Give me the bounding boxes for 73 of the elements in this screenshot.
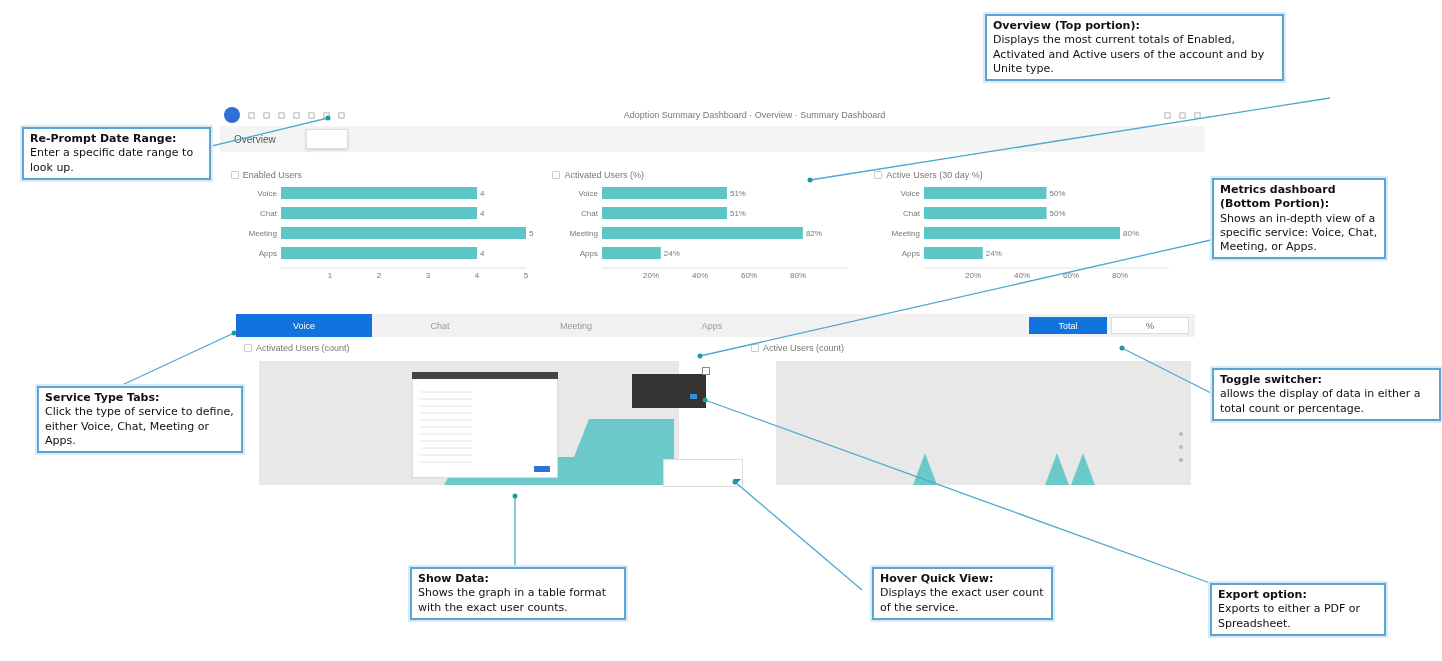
- chart-title: Activated Users (%): [564, 170, 644, 180]
- axis-tick-label: 20%: [643, 271, 660, 280]
- chart-title: Enabled Users: [242, 170, 302, 180]
- service-tab[interactable]: Chat: [372, 314, 508, 337]
- axis-tick-label: 4: [474, 271, 480, 280]
- service-tab[interactable]: Meeting: [508, 314, 644, 337]
- chart-title: Active Users (30 day %): [886, 170, 983, 180]
- area-peak: [1071, 453, 1095, 485]
- bar-value-label: 24%: [664, 249, 681, 258]
- tooltip-popup: [305, 129, 348, 149]
- bar-value-label: 82%: [806, 229, 823, 238]
- export-menu[interactable]: [632, 374, 706, 408]
- app-logo-icon[interactable]: [224, 107, 240, 123]
- category-label: Voice: [257, 189, 277, 198]
- annotation-callout: Hover Quick View: Displays the exact user count of the service.: [872, 567, 1053, 620]
- annotation-callout: Service Type Tabs: Click the type of service to define, either Voice, Chat, Meeting or Apps.: [37, 386, 243, 454]
- bar: [924, 247, 983, 259]
- category-label: Meeting: [891, 229, 921, 238]
- bar-value-label: 51%: [730, 209, 747, 218]
- axis-tick-label: 40%: [1014, 271, 1031, 280]
- axis-tick-label: 1: [327, 271, 333, 280]
- bar-value-label: 50%: [1049, 189, 1066, 198]
- category-label: Apps: [258, 249, 277, 258]
- bar-value-label: 4: [479, 249, 485, 258]
- annotation-callout: Export option: Exports to either a PDF or Spreadsheet.: [1210, 583, 1386, 636]
- category-label: Chat: [581, 209, 599, 218]
- chart-title: Activated Users (count): [256, 343, 350, 353]
- annotation-callout: Toggle switcher: allows the display of data in either a total count or percentage.: [1212, 368, 1441, 421]
- chart-title: Active Users (count): [763, 343, 845, 353]
- category-label: Meeting: [570, 229, 599, 238]
- axis-tick-label: 60%: [1063, 271, 1080, 280]
- category-label: Apps: [580, 249, 599, 258]
- checkbox-icon[interactable]: [244, 344, 252, 352]
- bar: [602, 247, 662, 259]
- axis-tick-label: 2: [376, 271, 382, 280]
- bar-value-label: 24%: [985, 249, 1002, 258]
- category-label: Apps: [901, 249, 921, 258]
- bar-value-label: 80%: [1123, 229, 1140, 238]
- axis-tick-label: 60%: [741, 271, 758, 280]
- checkbox-icon[interactable]: [751, 344, 759, 352]
- annotation-callout: Metrics dashboard (Bottom Portion): Shows an in-depth view of a specific service: Voice, Chat, Meeting, or Apps.: [1212, 178, 1386, 260]
- category-label: Voice: [578, 189, 599, 198]
- category-label: Meeting: [248, 229, 277, 238]
- bar-value-label: 50%: [1049, 209, 1066, 218]
- checkbox-icon[interactable]: [552, 171, 561, 179]
- axis-tick-label: 40%: [692, 271, 709, 280]
- axis-tick-label: 20%: [965, 271, 982, 280]
- menu-icon[interactable]: [702, 367, 710, 375]
- bar-value-label: 51%: [730, 189, 747, 198]
- annotation-callout: Show Data: Shows the graph in a table format with the exact user counts.: [410, 567, 626, 620]
- annotation-callout: Re-Prompt Date Range: Enter a specific date range to look up.: [22, 127, 211, 180]
- axis-tick-label: 3: [425, 271, 431, 280]
- bar-value-label: 4: [479, 209, 485, 218]
- service-tab[interactable]: Apps: [644, 314, 780, 337]
- area-peak: [913, 453, 937, 485]
- bar-value-label: 4: [479, 189, 485, 198]
- page-title: Overview: [234, 133, 276, 145]
- annotation-callout: Overview (Top portion): Displays the most current totals of Enabled, Activated and Active users of the account and by Unite type.: [985, 14, 1284, 82]
- toggle-button[interactable]: Total: [1029, 317, 1107, 334]
- more-options-icon[interactable]: [1178, 430, 1184, 464]
- category-label: Chat: [259, 209, 277, 218]
- axis-tick-label: 80%: [1112, 271, 1129, 280]
- service-tab[interactable]: Voice: [236, 314, 372, 337]
- axis-tick-label: 5: [523, 271, 529, 280]
- category-label: Chat: [903, 209, 921, 218]
- bar-value-label: 5: [528, 229, 534, 238]
- window-title: Adoption Summary Dashboard · Overview · Summary Dashboard: [622, 110, 887, 120]
- axis-tick-label: 80%: [790, 271, 807, 280]
- checkbox-icon[interactable]: [874, 171, 883, 179]
- toggle-button[interactable]: %: [1111, 317, 1189, 334]
- checkbox-icon[interactable]: [230, 171, 239, 179]
- category-label: Voice: [900, 189, 921, 198]
- area-peak: [1045, 453, 1069, 485]
